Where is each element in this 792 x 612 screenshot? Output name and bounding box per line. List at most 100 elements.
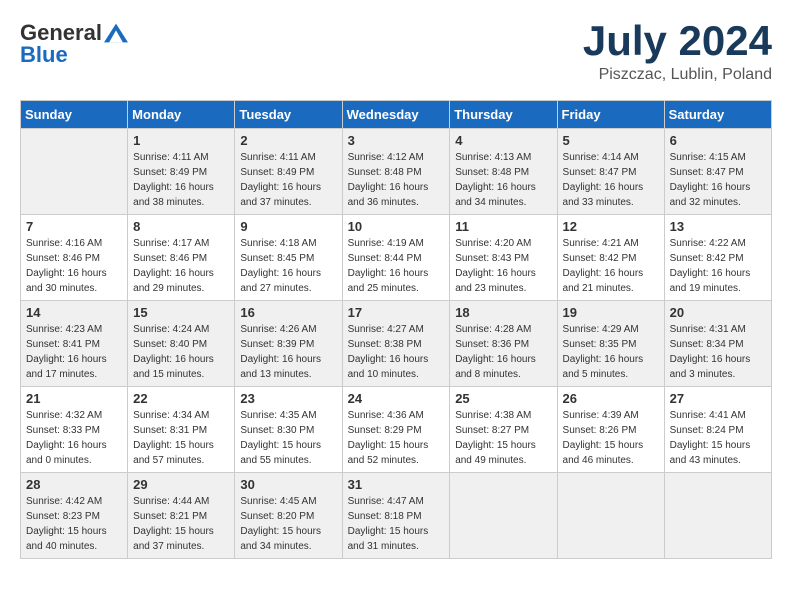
day-number: 31 [348, 477, 445, 492]
day-detail: Sunrise: 4:20 AMSunset: 8:43 PMDaylight:… [455, 236, 551, 296]
calendar-cell: 22 Sunrise: 4:34 AMSunset: 8:31 PMDaylig… [128, 387, 235, 473]
day-detail: Sunrise: 4:31 AMSunset: 8:34 PMDaylight:… [670, 322, 766, 382]
day-number: 1 [133, 133, 229, 148]
calendar-cell: 25 Sunrise: 4:38 AMSunset: 8:27 PMDaylig… [450, 387, 557, 473]
day-detail: Sunrise: 4:36 AMSunset: 8:29 PMDaylight:… [348, 408, 445, 468]
day-detail: Sunrise: 4:23 AMSunset: 8:41 PMDaylight:… [26, 322, 122, 382]
calendar-cell: 24 Sunrise: 4:36 AMSunset: 8:29 PMDaylig… [342, 387, 450, 473]
calendar-cell: 16 Sunrise: 4:26 AMSunset: 8:39 PMDaylig… [235, 301, 342, 387]
day-number: 12 [563, 219, 659, 234]
day-detail: Sunrise: 4:39 AMSunset: 8:26 PMDaylight:… [563, 408, 659, 468]
day-number: 29 [133, 477, 229, 492]
calendar-cell: 5 Sunrise: 4:14 AMSunset: 8:47 PMDayligh… [557, 129, 664, 215]
header-sunday: Sunday [21, 101, 128, 129]
day-detail: Sunrise: 4:34 AMSunset: 8:31 PMDaylight:… [133, 408, 229, 468]
calendar-cell: 20 Sunrise: 4:31 AMSunset: 8:34 PMDaylig… [664, 301, 771, 387]
day-number: 5 [563, 133, 659, 148]
calendar-table: Sunday Monday Tuesday Wednesday Thursday… [20, 100, 772, 559]
day-number: 24 [348, 391, 445, 406]
day-detail: Sunrise: 4:13 AMSunset: 8:48 PMDaylight:… [455, 150, 551, 210]
calendar-cell: 6 Sunrise: 4:15 AMSunset: 8:47 PMDayligh… [664, 129, 771, 215]
calendar-cell [450, 473, 557, 559]
calendar-cell: 3 Sunrise: 4:12 AMSunset: 8:48 PMDayligh… [342, 129, 450, 215]
calendar-cell: 17 Sunrise: 4:27 AMSunset: 8:38 PMDaylig… [342, 301, 450, 387]
day-detail: Sunrise: 4:29 AMSunset: 8:35 PMDaylight:… [563, 322, 659, 382]
day-number: 15 [133, 305, 229, 320]
weekday-header-row: Sunday Monday Tuesday Wednesday Thursday… [21, 101, 772, 129]
calendar-cell: 31 Sunrise: 4:47 AMSunset: 8:18 PMDaylig… [342, 473, 450, 559]
day-number: 23 [240, 391, 336, 406]
day-number: 10 [348, 219, 445, 234]
calendar-week-row: 28 Sunrise: 4:42 AMSunset: 8:23 PMDaylig… [21, 473, 772, 559]
logo-icon [104, 23, 128, 43]
header-tuesday: Tuesday [235, 101, 342, 129]
day-detail: Sunrise: 4:17 AMSunset: 8:46 PMDaylight:… [133, 236, 229, 296]
calendar-cell: 2 Sunrise: 4:11 AMSunset: 8:49 PMDayligh… [235, 129, 342, 215]
day-detail: Sunrise: 4:26 AMSunset: 8:39 PMDaylight:… [240, 322, 336, 382]
day-detail: Sunrise: 4:21 AMSunset: 8:42 PMDaylight:… [563, 236, 659, 296]
day-number: 14 [26, 305, 122, 320]
header-monday: Monday [128, 101, 235, 129]
calendar-cell: 29 Sunrise: 4:44 AMSunset: 8:21 PMDaylig… [128, 473, 235, 559]
day-detail: Sunrise: 4:11 AMSunset: 8:49 PMDaylight:… [240, 150, 336, 210]
day-number: 16 [240, 305, 336, 320]
calendar-cell: 19 Sunrise: 4:29 AMSunset: 8:35 PMDaylig… [557, 301, 664, 387]
day-number: 19 [563, 305, 659, 320]
header-friday: Friday [557, 101, 664, 129]
calendar-week-row: 7 Sunrise: 4:16 AMSunset: 8:46 PMDayligh… [21, 215, 772, 301]
day-number: 21 [26, 391, 122, 406]
page-header: General Blue July 2024 Piszczac, Lublin,… [20, 20, 772, 84]
day-detail: Sunrise: 4:18 AMSunset: 8:45 PMDaylight:… [240, 236, 336, 296]
calendar-cell: 12 Sunrise: 4:21 AMSunset: 8:42 PMDaylig… [557, 215, 664, 301]
day-detail: Sunrise: 4:47 AMSunset: 8:18 PMDaylight:… [348, 494, 445, 554]
day-number: 26 [563, 391, 659, 406]
day-detail: Sunrise: 4:24 AMSunset: 8:40 PMDaylight:… [133, 322, 229, 382]
calendar-cell: 14 Sunrise: 4:23 AMSunset: 8:41 PMDaylig… [21, 301, 128, 387]
logo-blue-text: Blue [20, 42, 68, 68]
calendar-cell [664, 473, 771, 559]
day-detail: Sunrise: 4:45 AMSunset: 8:20 PMDaylight:… [240, 494, 336, 554]
calendar-week-row: 21 Sunrise: 4:32 AMSunset: 8:33 PMDaylig… [21, 387, 772, 473]
calendar-week-row: 1 Sunrise: 4:11 AMSunset: 8:49 PMDayligh… [21, 129, 772, 215]
header-thursday: Thursday [450, 101, 557, 129]
month-title: July 2024 [583, 20, 772, 62]
day-detail: Sunrise: 4:12 AMSunset: 8:48 PMDaylight:… [348, 150, 445, 210]
day-detail: Sunrise: 4:22 AMSunset: 8:42 PMDaylight:… [670, 236, 766, 296]
day-number: 18 [455, 305, 551, 320]
day-number: 20 [670, 305, 766, 320]
day-detail: Sunrise: 4:38 AMSunset: 8:27 PMDaylight:… [455, 408, 551, 468]
location: Piszczac, Lublin, Poland [583, 66, 772, 84]
calendar-cell: 7 Sunrise: 4:16 AMSunset: 8:46 PMDayligh… [21, 215, 128, 301]
day-number: 27 [670, 391, 766, 406]
day-detail: Sunrise: 4:42 AMSunset: 8:23 PMDaylight:… [26, 494, 122, 554]
day-detail: Sunrise: 4:11 AMSunset: 8:49 PMDaylight:… [133, 150, 229, 210]
day-detail: Sunrise: 4:41 AMSunset: 8:24 PMDaylight:… [670, 408, 766, 468]
calendar-cell: 11 Sunrise: 4:20 AMSunset: 8:43 PMDaylig… [450, 215, 557, 301]
calendar-cell [21, 129, 128, 215]
calendar-cell: 28 Sunrise: 4:42 AMSunset: 8:23 PMDaylig… [21, 473, 128, 559]
day-number: 13 [670, 219, 766, 234]
day-number: 30 [240, 477, 336, 492]
calendar-cell: 9 Sunrise: 4:18 AMSunset: 8:45 PMDayligh… [235, 215, 342, 301]
day-number: 4 [455, 133, 551, 148]
calendar-cell: 27 Sunrise: 4:41 AMSunset: 8:24 PMDaylig… [664, 387, 771, 473]
calendar-cell: 8 Sunrise: 4:17 AMSunset: 8:46 PMDayligh… [128, 215, 235, 301]
day-number: 25 [455, 391, 551, 406]
title-block: July 2024 Piszczac, Lublin, Poland [583, 20, 772, 84]
calendar-cell: 10 Sunrise: 4:19 AMSunset: 8:44 PMDaylig… [342, 215, 450, 301]
day-detail: Sunrise: 4:32 AMSunset: 8:33 PMDaylight:… [26, 408, 122, 468]
day-number: 6 [670, 133, 766, 148]
day-number: 3 [348, 133, 445, 148]
calendar-cell [557, 473, 664, 559]
day-detail: Sunrise: 4:16 AMSunset: 8:46 PMDaylight:… [26, 236, 122, 296]
day-number: 7 [26, 219, 122, 234]
day-detail: Sunrise: 4:14 AMSunset: 8:47 PMDaylight:… [563, 150, 659, 210]
day-detail: Sunrise: 4:27 AMSunset: 8:38 PMDaylight:… [348, 322, 445, 382]
day-number: 2 [240, 133, 336, 148]
calendar-cell: 18 Sunrise: 4:28 AMSunset: 8:36 PMDaylig… [450, 301, 557, 387]
day-number: 17 [348, 305, 445, 320]
calendar-cell: 23 Sunrise: 4:35 AMSunset: 8:30 PMDaylig… [235, 387, 342, 473]
calendar-cell: 30 Sunrise: 4:45 AMSunset: 8:20 PMDaylig… [235, 473, 342, 559]
calendar-cell: 4 Sunrise: 4:13 AMSunset: 8:48 PMDayligh… [450, 129, 557, 215]
calendar-cell: 21 Sunrise: 4:32 AMSunset: 8:33 PMDaylig… [21, 387, 128, 473]
